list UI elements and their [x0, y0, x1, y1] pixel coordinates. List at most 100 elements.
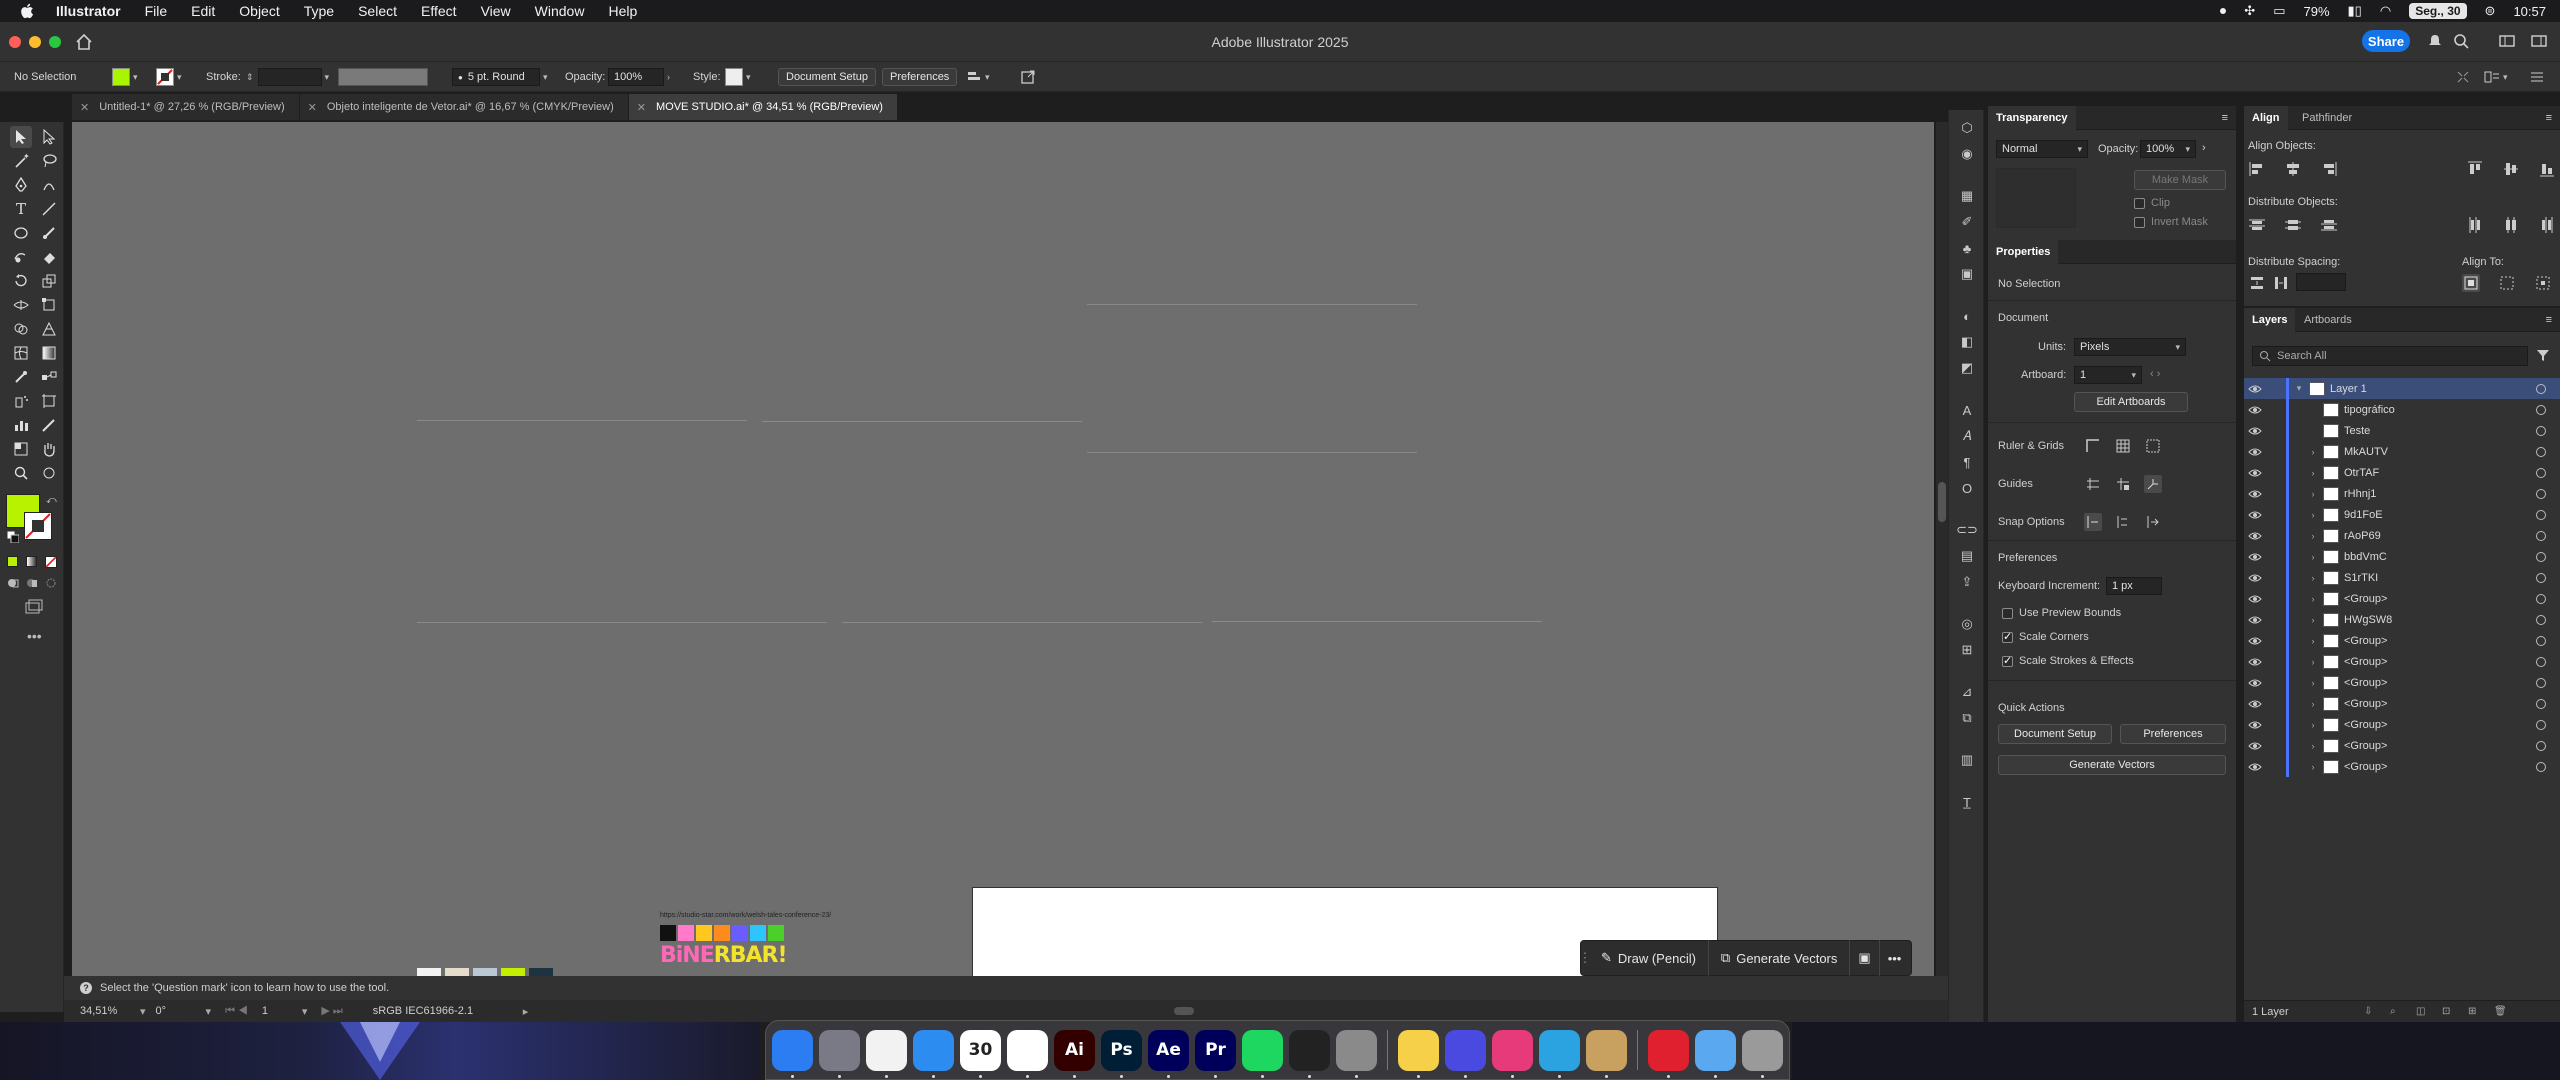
- document-setup-button[interactable]: Document Setup: [778, 68, 876, 86]
- record-indicator-icon[interactable]: [2220, 8, 2227, 14]
- gradient-panel-icon[interactable]: ◩: [1957, 358, 1977, 378]
- smart-guides-icon[interactable]: [2144, 475, 2162, 493]
- question-mark-icon[interactable]: ?: [80, 982, 92, 994]
- expand-layer-icon[interactable]: ›: [2307, 636, 2319, 646]
- layer-target-icon[interactable]: [2536, 509, 2546, 520]
- layer-row[interactable]: tipográfico: [2244, 399, 2560, 420]
- layer-target-icon[interactable]: [2536, 698, 2546, 709]
- artboard-tool-icon[interactable]: [38, 390, 60, 412]
- opacity-arrow-icon[interactable]: ›: [2202, 142, 2206, 154]
- visibility-eye-icon[interactable]: [2244, 468, 2266, 478]
- snap-to-point-icon[interactable]: [2084, 513, 2102, 531]
- zoom-tool-icon[interactable]: [10, 462, 32, 484]
- visibility-eye-icon[interactable]: [2244, 489, 2266, 499]
- layer-target-icon[interactable]: [2536, 740, 2546, 751]
- layer-row[interactable]: › <Group>: [2244, 714, 2560, 735]
- opera-app[interactable]: [1648, 1029, 1689, 1078]
- new-sublayer-icon[interactable]: ⊡: [2442, 1006, 2450, 1017]
- layer-name[interactable]: <Group>: [2344, 677, 2536, 689]
- print-tiling-tool-icon[interactable]: [10, 438, 32, 460]
- telegram-app[interactable]: [1539, 1029, 1580, 1078]
- align-to-selection-icon[interactable]: [2498, 274, 2516, 292]
- fan-icon[interactable]: ✣: [2244, 3, 2255, 19]
- layer-target-icon[interactable]: [2536, 593, 2546, 604]
- notifications-icon[interactable]: [2426, 32, 2444, 50]
- locate-object-icon[interactable]: ⌕: [2390, 1006, 2396, 1017]
- layer-row[interactable]: › bbdVmC: [2244, 546, 2560, 567]
- tab-align[interactable]: Align: [2244, 106, 2288, 130]
- menu-edit[interactable]: Edit: [191, 3, 215, 19]
- settings-app[interactable]: [1336, 1029, 1377, 1078]
- calendar-app[interactable]: 30: [960, 1029, 1001, 1078]
- color-guide-icon[interactable]: ◉: [1957, 144, 1977, 164]
- brushes-icon[interactable]: ✐: [1957, 212, 1977, 232]
- layer-name[interactable]: <Group>: [2344, 761, 2536, 773]
- collect-export-icon[interactable]: ⇩: [2364, 1006, 2372, 1017]
- align-middle-icon[interactable]: [2502, 160, 2520, 178]
- expand-layer-icon[interactable]: ›: [2307, 741, 2319, 751]
- visibility-eye-icon[interactable]: [2244, 552, 2266, 562]
- layer-name[interactable]: <Group>: [2344, 635, 2536, 647]
- layer-row[interactable]: › 9d1FoE: [2244, 504, 2560, 525]
- distribute-hspace-icon[interactable]: [2272, 274, 2290, 292]
- rotation-value[interactable]: 0°: [156, 1005, 206, 1017]
- stroke-color-box[interactable]: [24, 512, 52, 540]
- zoom-dropdown-icon[interactable]: ▾: [140, 1005, 146, 1018]
- battery-percent[interactable]: 79%: [2304, 4, 2330, 19]
- 3d-materials-icon[interactable]: ⬡: [1957, 118, 1977, 138]
- stroke-weight-stepper[interactable]: ⇕ ▾: [246, 68, 329, 86]
- mail-app[interactable]: [913, 1029, 954, 1078]
- menu-select[interactable]: Select: [358, 3, 397, 19]
- pathfinder-icon[interactable]: ⧉: [1957, 708, 1977, 728]
- expand-layer-icon[interactable]: ›: [2307, 615, 2319, 625]
- panel-menu-icon[interactable]: ≡: [2546, 314, 2552, 326]
- fill-swatch[interactable]: ▾: [112, 68, 138, 86]
- distribute-bottom-icon[interactable]: [2320, 216, 2338, 234]
- distribute-center-icon[interactable]: [2284, 216, 2302, 234]
- align-to-key-object-icon[interactable]: [2534, 274, 2552, 292]
- expand-layer-icon[interactable]: ›: [2307, 552, 2319, 562]
- first-artboard-icon[interactable]: ⏮ ◀: [225, 1005, 248, 1018]
- scale-strokes-checkbox[interactable]: [2002, 654, 2013, 667]
- menu-file[interactable]: File: [145, 3, 168, 19]
- layer-name[interactable]: <Group>: [2344, 740, 2536, 752]
- menu-window[interactable]: Window: [535, 3, 585, 19]
- make-clipping-mask-icon[interactable]: ◫: [2416, 1006, 2425, 1017]
- artboard-dropdown[interactable]: 1 ▾: [2074, 366, 2142, 384]
- vertical-scrollbar[interactable]: [1936, 122, 1948, 976]
- expand-layer-icon[interactable]: ›: [2307, 531, 2319, 541]
- quick-generate-vectors-button[interactable]: Generate Vectors: [1998, 755, 2226, 775]
- width-tool-icon[interactable]: [10, 294, 32, 316]
- links-icon[interactable]: ⊂⊃: [1956, 520, 1978, 540]
- character-styles-icon[interactable]: 𝐴: [1957, 426, 1977, 446]
- layer-name[interactable]: HWgSW8: [2344, 614, 2536, 626]
- visibility-eye-icon[interactable]: [2244, 531, 2266, 541]
- type-panel-icon[interactable]: T̲: [1957, 792, 1977, 812]
- last-artboard-icon[interactable]: ▶ ⏭: [321, 1004, 342, 1018]
- transparency-icon[interactable]: ◧: [1957, 332, 1977, 352]
- lock-guides-icon[interactable]: [2114, 475, 2132, 493]
- grid-icon[interactable]: [2114, 437, 2132, 455]
- workspace-switcher-icon[interactable]: [2498, 32, 2516, 50]
- expand-layer-icon[interactable]: ›: [2307, 510, 2319, 520]
- spacing-value-field[interactable]: [2296, 273, 2346, 291]
- layer-target-icon[interactable]: [2536, 614, 2546, 625]
- type-tool-icon[interactable]: T: [10, 198, 32, 220]
- layer-name[interactable]: OtrTAF: [2344, 467, 2536, 479]
- expand-layer-icon[interactable]: ›: [2307, 699, 2319, 709]
- panel-collapse-icon[interactable]: [2456, 68, 2470, 86]
- graphic-styles-icon[interactable]: ▣: [1957, 264, 1977, 284]
- layer-name[interactable]: <Group>: [2344, 719, 2536, 731]
- layer-name[interactable]: bbdVmC: [2344, 551, 2536, 563]
- archive-app[interactable]: [1586, 1029, 1627, 1078]
- layer-target-icon[interactable]: [2536, 404, 2546, 415]
- premiere-app[interactable]: Pr: [1195, 1029, 1236, 1078]
- layer-name[interactable]: Layer 1: [2330, 383, 2536, 395]
- downloads-folder[interactable]: [1695, 1029, 1736, 1078]
- quick-preferences-button[interactable]: Preferences: [2120, 724, 2226, 744]
- generate-options-icon[interactable]: ▣: [1850, 940, 1880, 976]
- panel-menu-icon[interactable]: ≡: [2222, 112, 2228, 124]
- share-button[interactable]: Share: [2362, 30, 2410, 52]
- appearance-icon[interactable]: ◐: [1957, 306, 1977, 326]
- layer-row[interactable]: › <Group>: [2244, 630, 2560, 651]
